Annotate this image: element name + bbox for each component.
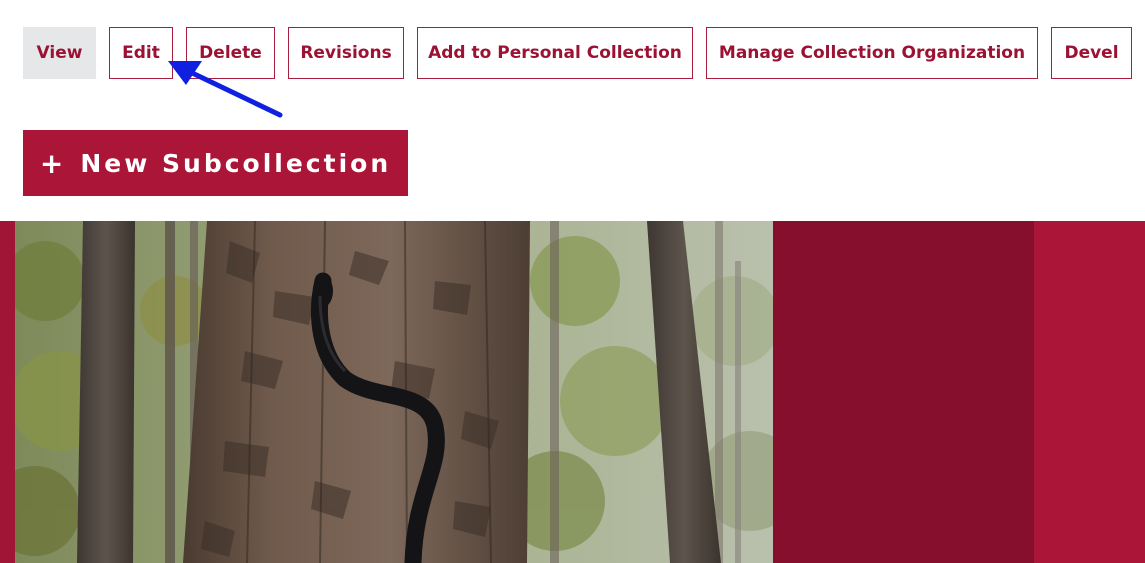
tab-add-to-personal-collection[interactable]: Add to Personal Collection <box>417 27 693 79</box>
tab-devel[interactable]: Devel <box>1051 27 1132 79</box>
plus-icon: + <box>39 146 67 180</box>
hero-panel-red <box>1034 221 1145 563</box>
page: View Edit Delete Revisions Add to Person… <box>0 0 1145 563</box>
hero-image <box>15 221 773 563</box>
new-subcollection-label: New Subcollection <box>80 148 392 178</box>
hero-accent-strip <box>0 221 15 563</box>
forest-snake-photo <box>15 221 773 563</box>
tab-view[interactable]: View <box>23 27 96 79</box>
tab-edit[interactable]: Edit <box>109 27 173 79</box>
hero-banner <box>0 221 1145 563</box>
tab-revisions[interactable]: Revisions <box>288 27 404 79</box>
tab-manage-collection-organization[interactable]: Manage Collection Organization <box>706 27 1038 79</box>
new-subcollection-button[interactable]: + New Subcollection <box>23 130 408 196</box>
hero-panel-dark <box>773 221 1034 563</box>
tab-delete[interactable]: Delete <box>186 27 275 79</box>
